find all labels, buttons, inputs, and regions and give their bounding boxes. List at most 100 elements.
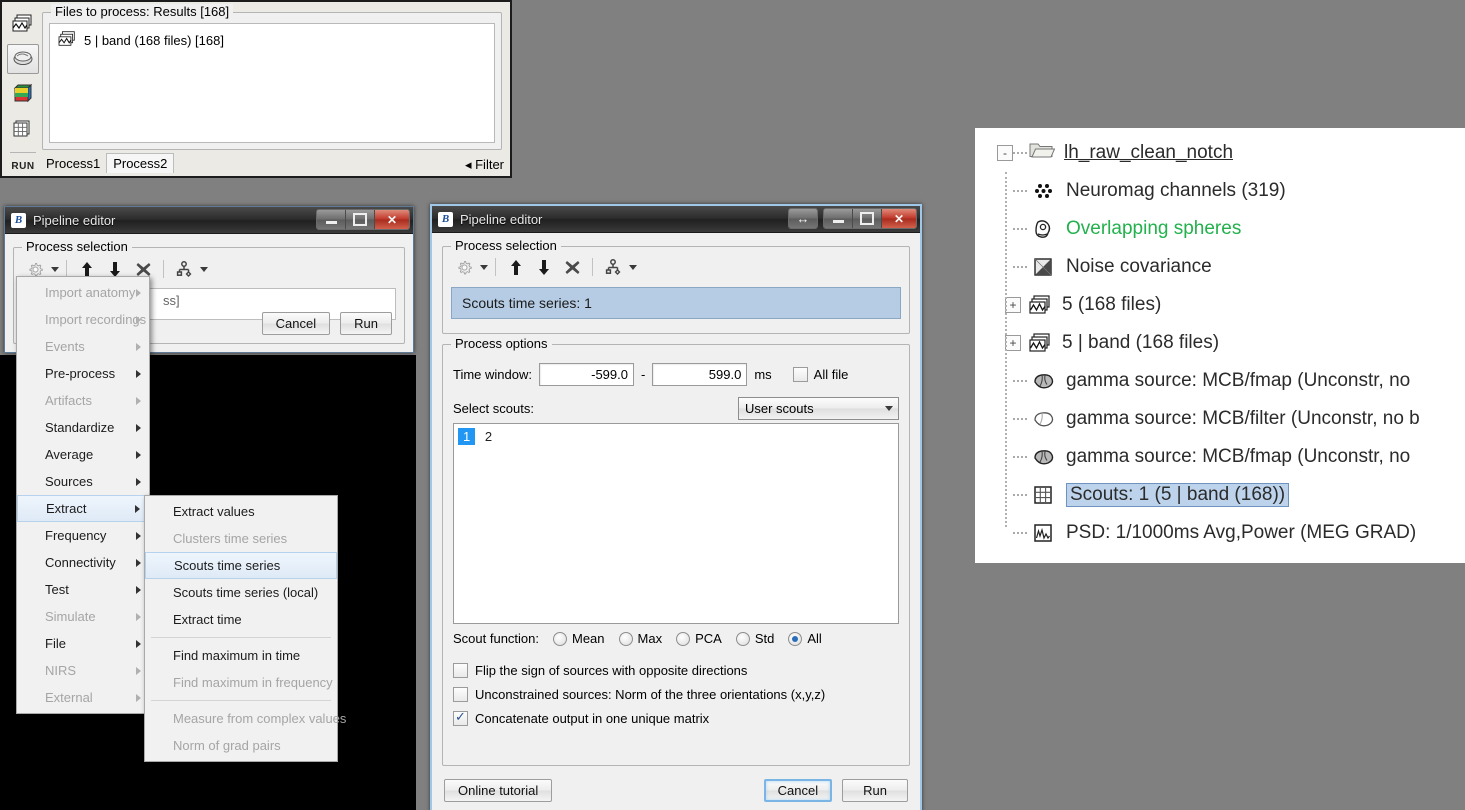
radio-max-control[interactable]	[618, 631, 633, 646]
tree-root-node[interactable]: - lh_raw_clean_notch	[997, 134, 1465, 172]
unconstrained-checkbox[interactable]	[453, 687, 468, 702]
tree-node[interactable]: Overlapping spheres	[1005, 210, 1465, 248]
source-empty-icon	[1031, 408, 1057, 430]
files-list[interactable]: 5 | band (168 files) [168]	[49, 23, 495, 143]
radio-all-control[interactable]	[788, 631, 803, 646]
menu-item-frequency[interactable]: Frequency	[17, 522, 149, 549]
tree-node[interactable]: +5 (168 files)	[1005, 286, 1465, 324]
online-tutorial-button[interactable]: Online tutorial	[444, 779, 553, 802]
tree-node[interactable]: Noise covariance	[1005, 248, 1465, 286]
menu-separator	[151, 700, 331, 701]
sidebar-recordings-button[interactable]	[7, 9, 39, 39]
radio-mean[interactable]: Mean	[553, 631, 605, 646]
tree-node-label: Noise covariance	[1066, 256, 1212, 277]
tab-process2[interactable]: Process2	[106, 153, 175, 173]
concatenate-checkbox[interactable]	[453, 709, 468, 726]
close-button[interactable]: ✕	[882, 209, 916, 228]
submenu-item-scouts-time-series[interactable]: Scouts time series	[145, 552, 337, 579]
menu-item-nirs: NIRS	[17, 657, 149, 684]
menu-item-standardize[interactable]: Standardize	[17, 414, 149, 441]
concatenate-checkbox-row[interactable]: Concatenate output in one unique matrix	[453, 709, 899, 726]
gear-dropdown-icon[interactable]	[51, 266, 59, 272]
pipeline-icon[interactable]	[171, 258, 197, 280]
menu-separator	[151, 637, 331, 638]
radio-pca-control[interactable]	[676, 631, 691, 646]
submenu-item-label: Extract values	[173, 504, 255, 519]
collapse-icon[interactable]: -	[997, 145, 1013, 161]
gear-dropdown-icon[interactable]	[480, 264, 488, 270]
resize-button[interactable]: ↔	[789, 209, 817, 228]
option-checkboxes: Flip the sign of sources with opposite d…	[453, 663, 899, 735]
menu-item-label: Sources	[45, 474, 93, 489]
tree-node[interactable]: +5 | band (168 files)	[1005, 324, 1465, 362]
selected-process-item[interactable]: Scouts time series: 1	[451, 287, 901, 319]
left-dialog-titlebar[interactable]: B Pipeline editor ✕	[5, 207, 413, 234]
tree-node[interactable]: gamma source: MCB/filter (Unconstr, no b	[1005, 400, 1465, 438]
submenu-item-label: Find maximum in time	[173, 648, 301, 663]
main-dialog-titlebar[interactable]: B Pipeline editor ↔ ✕	[432, 206, 920, 233]
scout-item-2[interactable]: 2	[485, 429, 492, 444]
sidebar-timefreq-button[interactable]	[7, 79, 39, 109]
menu-item-extract[interactable]: Extract	[17, 495, 149, 522]
menu-item-file[interactable]: File	[17, 630, 149, 657]
pipeline-dropdown-icon[interactable]	[629, 264, 637, 270]
radio-std[interactable]: Std	[735, 631, 774, 646]
sidebar-matrix-button[interactable]	[7, 114, 39, 144]
list-item[interactable]: 5 | band (168 files) [168]	[50, 29, 494, 51]
sidebar-sources-button[interactable]	[7, 44, 39, 75]
menu-item-pre-process[interactable]: Pre-process	[17, 360, 149, 387]
scouts-source-select[interactable]: User scouts	[738, 397, 899, 420]
tree-guide-line	[1005, 172, 1007, 527]
minimize-button[interactable]	[317, 210, 346, 229]
gear-icon[interactable]	[451, 256, 477, 278]
run-button[interactable]: Run	[842, 779, 908, 802]
time-stop-input[interactable]: 599.0	[652, 363, 748, 386]
expand-icon[interactable]: +	[1005, 335, 1021, 351]
pipeline-icon[interactable]	[600, 256, 626, 278]
filter-toggle[interactable]: ◂ Filter	[465, 157, 504, 173]
tree-node[interactable]: PSD: 1/1000ms Avg,Power (MEG GRAD)	[1005, 514, 1465, 552]
minimize-button[interactable]	[824, 209, 853, 228]
menu-item-average[interactable]: Average	[17, 441, 149, 468]
radio-std-control[interactable]	[735, 631, 750, 646]
delete-icon[interactable]	[559, 256, 585, 278]
flip-sign-checkbox[interactable]	[453, 663, 468, 678]
submenu-item-extract-time[interactable]: Extract time	[145, 606, 337, 633]
radio-max[interactable]: Max	[618, 631, 662, 646]
flip-sign-checkbox-row[interactable]: Flip the sign of sources with opposite d…	[453, 663, 899, 678]
menu-item-label: Test	[45, 582, 69, 597]
submenu-item-extract-values[interactable]: Extract values	[145, 498, 337, 525]
menu-item-connectivity[interactable]: Connectivity	[17, 549, 149, 576]
submenu-item-scouts-time-series-local-[interactable]: Scouts time series (local)	[145, 579, 337, 606]
close-button[interactable]: ✕	[375, 210, 409, 229]
menu-item-test[interactable]: Test	[17, 576, 149, 603]
submenu-item-find-maximum-in-time[interactable]: Find maximum in time	[145, 642, 337, 669]
tree-node[interactable]: Neuromag channels (319)	[1005, 172, 1465, 210]
scout-item-1[interactable]: 1	[458, 428, 476, 445]
move-up-icon[interactable]	[503, 256, 529, 278]
maximize-button[interactable]	[346, 210, 375, 229]
move-down-icon[interactable]	[531, 256, 557, 278]
tree-node[interactable]: Scouts: 1 (5 | band (168))	[1005, 476, 1465, 514]
menu-item-label: Pre-process	[45, 366, 116, 381]
cancel-button[interactable]: Cancel	[763, 779, 833, 802]
tree-node[interactable]: gamma source: MCB/fmap (Unconstr, no	[1005, 438, 1465, 476]
time-start-input[interactable]: -599.0	[538, 363, 634, 386]
pipeline-dropdown-icon[interactable]	[200, 266, 208, 272]
radio-pca[interactable]: PCA	[676, 631, 722, 646]
scouts-list-row[interactable]: 1 2	[454, 428, 898, 445]
all-file-checkbox[interactable]	[792, 367, 808, 382]
expand-icon[interactable]: +	[1005, 297, 1021, 313]
unconstrained-checkbox-row[interactable]: Unconstrained sources: Norm of the three…	[453, 687, 899, 702]
tab-process1[interactable]: Process1	[40, 154, 106, 173]
radio-all[interactable]: All	[788, 631, 822, 646]
scouts-list[interactable]: 1 2	[453, 423, 899, 624]
tree-node[interactable]: gamma source: MCB/fmap (Unconstr, no	[1005, 362, 1465, 400]
maximize-button[interactable]	[853, 209, 882, 228]
radio-mean-control[interactable]	[553, 631, 567, 646]
run-button[interactable]: Run	[340, 312, 392, 335]
all-file-checkbox-row[interactable]: All file	[792, 367, 848, 382]
menu-item-sources[interactable]: Sources	[17, 468, 149, 495]
cancel-button[interactable]: Cancel	[261, 312, 331, 335]
sidebar-divider	[10, 152, 36, 153]
